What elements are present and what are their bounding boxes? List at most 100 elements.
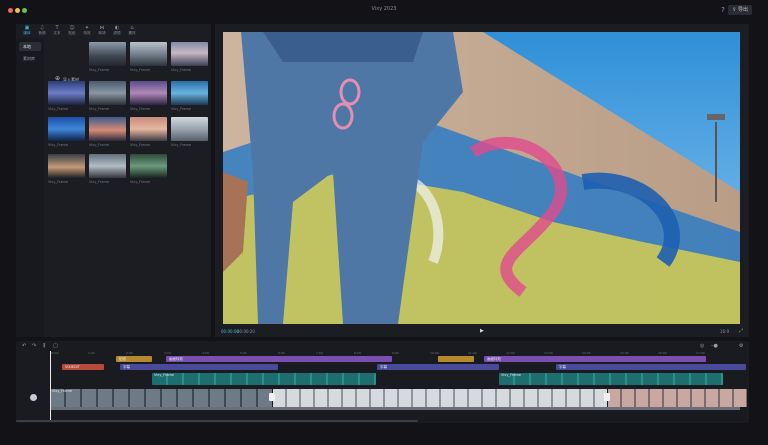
media-thumbnail[interactable] xyxy=(48,81,85,105)
ruler-tick: 3:00 xyxy=(164,351,171,355)
media-thumbnail[interactable] xyxy=(89,42,126,66)
thumbnail-caption: Vixy_Frame xyxy=(171,143,192,147)
tab-label: 媒体 xyxy=(23,31,31,35)
text-clip[interactable]: VIXIEDIT xyxy=(62,364,104,370)
ruler-tick: 10:00 xyxy=(430,351,439,355)
play-icon[interactable]: ▶ xyxy=(480,328,484,334)
main-video-track[interactable]: Vixy_Frame xyxy=(50,389,747,407)
sticker-clip[interactable]: 贴纸 xyxy=(116,356,152,362)
clip-label: Vixy_Frame xyxy=(501,373,522,377)
ruler-tick: 14:00 xyxy=(582,351,591,355)
sticker-clip[interactable] xyxy=(438,356,474,362)
transition-marker[interactable] xyxy=(269,393,275,401)
editor-window: Vixy 2023 ? ⇪ 导出 ▣ 媒体 ♫ 音频 T 文本 ☺ 贴纸 ✦ 特效 ⋈ 转场… xyxy=(0,0,768,445)
media-thumbnail[interactable] xyxy=(130,117,167,141)
media-thumbnail[interactable] xyxy=(48,154,85,178)
tab-transition[interactable]: ⋈ 转场 xyxy=(95,25,109,37)
thumbnail-caption: Vixy_Frame xyxy=(89,180,110,184)
video-clip[interactable] xyxy=(608,389,747,407)
snap-icon[interactable]: ◎ xyxy=(700,343,704,349)
ruler-tick: 9:00 xyxy=(392,351,399,355)
ruler-tick: 00:00 xyxy=(50,351,59,355)
video-clip[interactable]: Vixy_Frame xyxy=(50,389,272,407)
split-icon[interactable]: ⫼ xyxy=(43,343,45,349)
help-icon[interactable]: ? xyxy=(718,5,728,15)
thumbnail-caption: Vixy_Frame xyxy=(130,107,151,111)
overlay-video-clip[interactable]: Vixy_Frame xyxy=(152,373,376,385)
media-thumbnail[interactable] xyxy=(130,42,167,66)
ruler-tick: 12:00 xyxy=(506,351,515,355)
ruler-tick: 11:00 xyxy=(468,351,477,355)
fullscreen-icon[interactable]: ⤢ xyxy=(739,328,743,334)
text-clip[interactable]: 字幕 xyxy=(120,364,278,370)
effect-clip[interactable]: 画面特效 xyxy=(166,356,392,362)
ruler-tick: 8:00 xyxy=(354,351,361,355)
tab-text[interactable]: T 文本 xyxy=(50,25,64,37)
ruler-tick: 5:00 xyxy=(240,351,247,355)
ruler-tick: 16:00 xyxy=(658,351,667,355)
media-tab-bar: ▣ 媒体 ♫ 音频 T 文本 ☺ 贴纸 ✦ 特效 ⋈ 转场 ◐ 滤镜 ⌂ 素材 xyxy=(16,24,211,38)
media-sidebar: 本地 素材库 xyxy=(16,38,44,337)
media-thumbnail[interactable] xyxy=(89,117,126,141)
tab-filter[interactable]: ◐ 滤镜 xyxy=(110,25,124,37)
thumbnail-caption: Vixy_Frame xyxy=(171,68,192,72)
transition-marker[interactable] xyxy=(604,393,610,401)
playhead[interactable] xyxy=(50,351,51,421)
ruler-tick: 7:00 xyxy=(316,351,323,355)
media-thumbnail[interactable] xyxy=(171,42,208,66)
media-thumbnail[interactable] xyxy=(130,154,167,178)
tab-sticker[interactable]: ☺ 贴纸 xyxy=(65,25,79,37)
title-bar: Vixy 2023 ? ⇪ 导出 xyxy=(0,0,768,22)
media-thumbnail[interactable] xyxy=(89,154,126,178)
thumbnail-caption: Vixy_Frame xyxy=(48,143,69,147)
clip-label: Vixy_Frame xyxy=(154,373,175,377)
aspect-ratio-select[interactable]: 16:9 xyxy=(720,329,729,334)
thumbnail-caption: Vixy_Frame xyxy=(130,68,151,72)
thumbnail-caption: Vixy_Frame xyxy=(171,107,192,111)
media-thumbnail[interactable] xyxy=(48,117,85,141)
timeline-panel: ↶ ↷ ⫼ ▢ ◎ –● ⚙ 00:00 1:00 2:00 3:00 4:00… xyxy=(16,341,749,423)
zoom-slider[interactable]: –● xyxy=(711,343,718,349)
timeline-scrollbar[interactable] xyxy=(16,420,418,422)
video-clip[interactable] xyxy=(273,389,607,407)
tab-audio[interactable]: ♫ 音频 xyxy=(35,25,49,37)
export-label: 导出 xyxy=(737,7,748,13)
effect-clip[interactable]: 画面特效 xyxy=(484,356,706,362)
timeline-settings-icon[interactable]: ⚙ xyxy=(739,343,743,349)
export-button[interactable]: ⇪ 导出 xyxy=(728,5,752,15)
sidebar-item-library[interactable]: 素材库 xyxy=(19,54,41,63)
media-panel: ▣ 媒体 ♫ 音频 T 文本 ☺ 贴纸 ✦ 特效 ⋈ 转场 ◐ 滤镜 ⌂ 素材 本地 素材库 ⊕… xyxy=(16,24,211,337)
thumbnail-caption: Vixy_Frame xyxy=(89,143,110,147)
delete-icon[interactable]: ▢ xyxy=(53,343,58,349)
tab-label: 音频 xyxy=(38,31,46,35)
tab-media[interactable]: ▣ 媒体 xyxy=(20,25,34,37)
preview-frame-image xyxy=(223,32,740,324)
track-cover-icon[interactable] xyxy=(30,394,37,401)
thumbnail-caption: Vixy_Frame xyxy=(89,68,110,72)
undo-icon[interactable]: ↶ xyxy=(22,343,26,349)
tab-material[interactable]: ⌂ 素材 xyxy=(125,25,139,37)
preview-controls: 00:00:00 00:00:20 ▶ 16:9 ⤢ xyxy=(215,326,749,337)
media-thumbnail[interactable] xyxy=(171,117,208,141)
tab-label: 滤镜 xyxy=(113,31,121,35)
ruler-tick: 1:00 xyxy=(88,351,95,355)
sidebar-item-local[interactable]: 本地 xyxy=(19,42,41,51)
media-thumbnail[interactable] xyxy=(89,81,126,105)
overlay-video-clip[interactable]: Vixy_Frame xyxy=(499,373,723,385)
tab-label: 文本 xyxy=(53,31,61,35)
media-thumbnail[interactable] xyxy=(130,81,167,105)
ruler-tick: 4:00 xyxy=(202,351,209,355)
tab-label: 特效 xyxy=(83,31,91,35)
ruler-tick: 13:00 xyxy=(544,351,553,355)
text-clip[interactable]: 字幕 xyxy=(377,364,499,370)
audio-track[interactable] xyxy=(50,407,740,410)
redo-icon[interactable]: ↷ xyxy=(32,343,36,349)
ruler-tick: 15:00 xyxy=(620,351,629,355)
text-clip[interactable]: 字幕 xyxy=(556,364,746,370)
preview-panel: 00:00:00 00:00:20 ▶ 16:9 ⤢ xyxy=(215,24,749,337)
video-preview[interactable] xyxy=(223,32,740,324)
tab-label: 贴纸 xyxy=(68,31,76,35)
media-thumbnail[interactable] xyxy=(171,81,208,105)
tab-effects[interactable]: ✦ 特效 xyxy=(80,25,94,37)
ruler-tick: 17:00 xyxy=(696,351,705,355)
